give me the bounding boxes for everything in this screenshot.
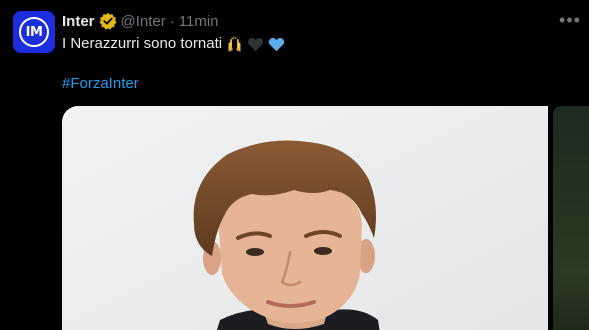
- black-heart-emoji: [247, 36, 264, 53]
- tweet-header: Inter @Inter · 11min: [62, 10, 219, 32]
- player-photo-illustration: [62, 106, 548, 330]
- display-name[interactable]: Inter: [62, 13, 95, 30]
- inter-logo-icon: IM: [19, 17, 49, 47]
- avatar[interactable]: IM: [13, 11, 55, 53]
- raising-hands-emoji: [226, 36, 243, 53]
- tweet-photo[interactable]: [62, 106, 548, 330]
- hashtag-link[interactable]: #ForzaInter: [62, 74, 139, 94]
- timestamp[interactable]: 11min: [179, 13, 219, 30]
- blue-heart-emoji: [268, 36, 285, 53]
- tweet-text: I Nerazzurri sono tornati: [62, 34, 285, 54]
- tweet-text-content: I Nerazzurri sono tornati: [62, 35, 223, 52]
- tweet[interactable]: IM Inter @Inter · 11min ••• I Nerazzurri…: [0, 0, 589, 330]
- tweet-photo-next[interactable]: [553, 106, 589, 330]
- handle[interactable]: @Inter: [121, 13, 166, 30]
- verified-badge-icon: [99, 12, 117, 30]
- media-gallery: [62, 106, 589, 330]
- separator-dot: ·: [169, 12, 175, 30]
- more-options-icon[interactable]: •••: [556, 9, 584, 33]
